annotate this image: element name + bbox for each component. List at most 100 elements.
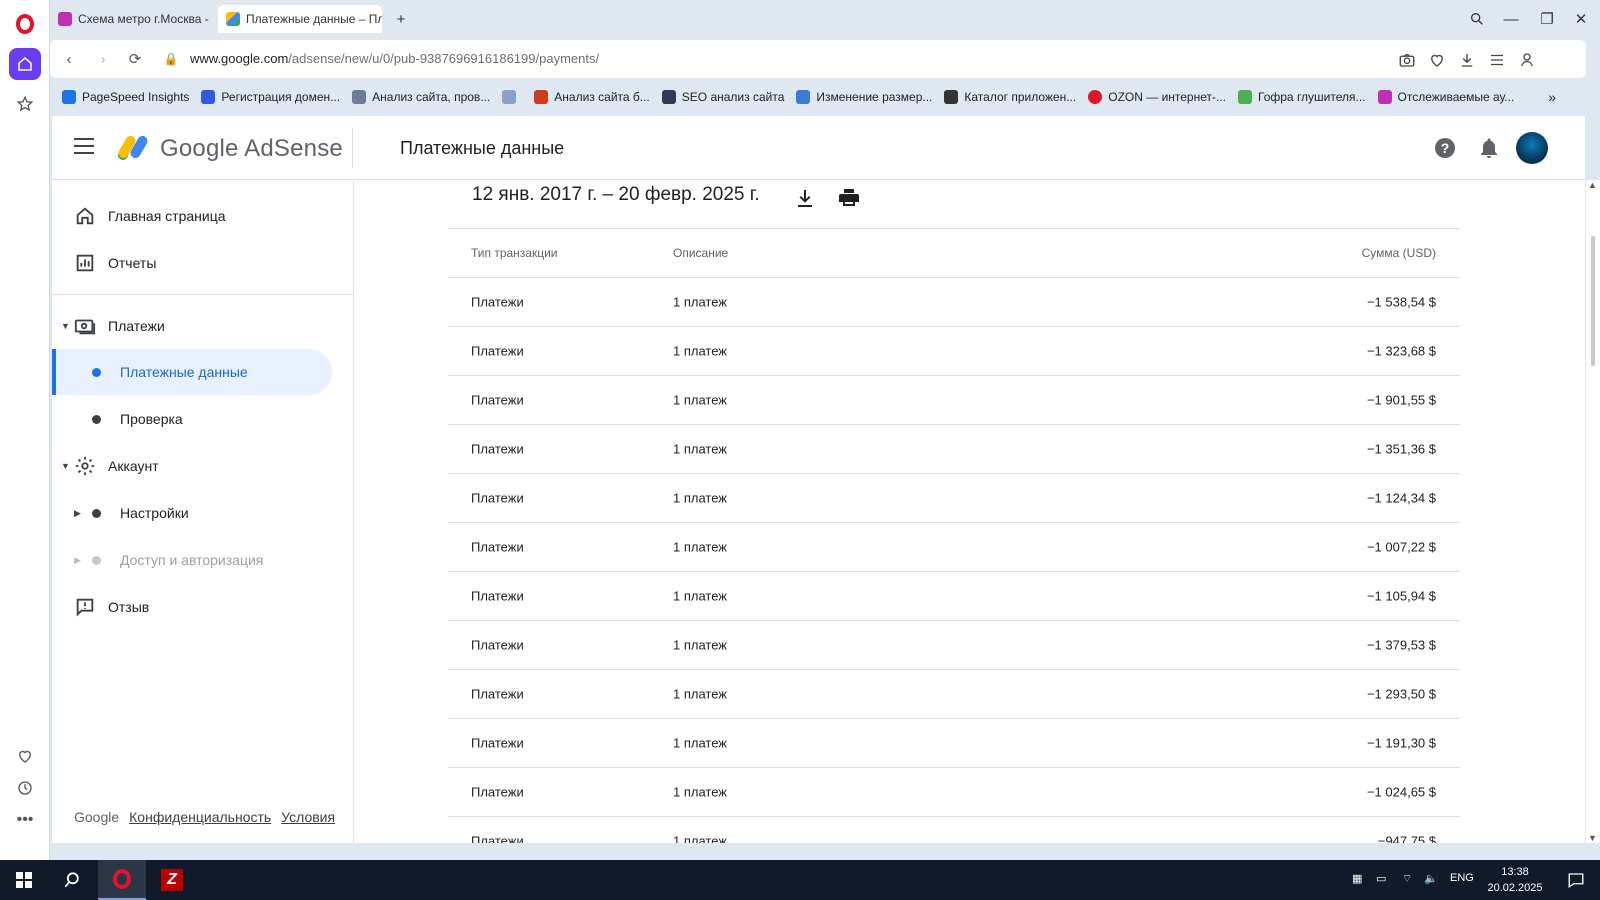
- svg-text:?: ?: [1441, 140, 1450, 156]
- home-icon: [76, 207, 94, 225]
- home-workspace-icon[interactable]: [9, 48, 41, 80]
- scrollbar-thumb[interactable]: [1591, 236, 1595, 366]
- address-bar: ‹ › ⟳ 🔒 www.google.com/adsense/new/u/0/p…: [50, 40, 1586, 78]
- bookmark-resize[interactable]: Изменение размер...: [796, 90, 932, 104]
- expand-caret-icon[interactable]: ▼: [61, 461, 70, 471]
- bookmark-site-analysis-b[interactable]: Анализ сайта б...: [534, 90, 650, 104]
- row-type: Платежи: [471, 539, 524, 555]
- table-row: Платежи 1 платеж −1 901,55 $: [448, 376, 1460, 425]
- account-avatar[interactable]: [1516, 132, 1548, 164]
- table-row: Платежи 1 платеж −1 379,53 $: [448, 621, 1460, 670]
- more-dots-icon[interactable]: •••: [9, 804, 41, 836]
- expand-caret-icon[interactable]: ▶: [74, 555, 81, 566]
- opera-taskbar-icon[interactable]: [98, 860, 146, 900]
- google-footer-label: Google: [74, 809, 120, 825]
- url-field[interactable]: www.google.com/adsense/new/u/0/pub-93876…: [190, 51, 599, 66]
- bookmark-muffler[interactable]: Гофра глушителя...: [1238, 90, 1366, 104]
- back-icon[interactable]: ‹: [52, 40, 86, 78]
- bookmark-label: Каталог приложен...: [964, 90, 1077, 104]
- sidebar-item-home[interactable]: Главная страница: [52, 193, 332, 239]
- bookmark-domain-registration[interactable]: Регистрация домен...: [201, 90, 340, 104]
- sidebar-item-feedback[interactable]: Отзыв: [52, 584, 332, 630]
- easy-setup-menu-icon[interactable]: [1488, 51, 1506, 69]
- sidebar-item-verification[interactable]: Проверка: [52, 396, 332, 442]
- forward-icon[interactable]: ›: [86, 40, 120, 78]
- download-icon[interactable]: [793, 186, 817, 210]
- expand-caret-icon[interactable]: ▶: [74, 508, 81, 519]
- windows-start-icon[interactable]: [0, 860, 48, 900]
- system-clock[interactable]: 13:38 20.02.2025: [1480, 864, 1550, 896]
- bookmark-seo-analysis[interactable]: SEO анализ сайта: [661, 90, 784, 104]
- sidebar-item-reports[interactable]: Отчеты: [52, 240, 332, 286]
- search-icon[interactable]: [48, 860, 96, 900]
- bullet-dot: [92, 367, 101, 377]
- tab-adsense[interactable]: Платежные данные – Пл: [218, 5, 382, 33]
- row-type: Платежи: [471, 392, 524, 408]
- adsense-page: Google AdSense Платежные данные ? Главна…: [52, 116, 1585, 843]
- expand-caret-icon[interactable]: ▼: [61, 321, 70, 331]
- bookmarks-bar: PageSpeed Insights Регистрация домен... …: [50, 82, 1600, 112]
- opera-menu-icon[interactable]: [9, 8, 41, 40]
- tab-search-icon[interactable]: [1460, 0, 1494, 38]
- sidebar-item-account[interactable]: ▼ Аккаунт: [52, 443, 332, 489]
- star-icon[interactable]: [9, 88, 41, 120]
- bookmark-tracked[interactable]: Отслеживаемые ау...: [1377, 90, 1514, 104]
- lock-icon[interactable]: 🔒: [154, 40, 188, 78]
- help-icon[interactable]: ?: [1433, 136, 1457, 160]
- bookmark-site-analysis[interactable]: Анализ сайта, пров...: [352, 90, 490, 104]
- row-description: 1 платеж: [673, 539, 727, 555]
- tab-metro[interactable]: Схема метро г.Москва -: [50, 5, 210, 33]
- camera-snapshot-icon[interactable]: [1398, 51, 1416, 69]
- sidebar-item-payments[interactable]: ▼ Платежи: [52, 303, 332, 349]
- history-clock-icon[interactable]: [9, 772, 41, 804]
- bookmark-pagespeed[interactable]: PageSpeed Insights: [62, 90, 189, 104]
- more-bookmarks-chevron-icon[interactable]: »: [1548, 89, 1556, 105]
- scroll-down-arrow-icon[interactable]: ▼: [1588, 833, 1597, 843]
- privacy-link[interactable]: Конфиденциальность: [129, 809, 271, 825]
- table-row: Платежи 1 платеж −1 323,68 $: [448, 327, 1460, 376]
- new-tab-plus-icon[interactable]: +: [384, 0, 418, 38]
- heart-icon[interactable]: [9, 740, 41, 772]
- table-row: Платежи 1 платеж −1 538,54 $: [448, 278, 1460, 327]
- download-icon[interactable]: [1458, 51, 1476, 69]
- network-wifi-icon[interactable]: ⌔: [1402, 872, 1412, 886]
- table-row: Платежи 1 платеж −1 007,22 $: [448, 523, 1460, 572]
- row-amount: −1 538,54 $: [1366, 294, 1436, 310]
- page-scrollbar[interactable]: ▲ ▼: [1586, 180, 1600, 843]
- row-description: 1 платеж: [673, 637, 727, 653]
- table-body: Платежи 1 платеж −1 538,54 $ Платежи 1 плате…: [448, 278, 1460, 843]
- bookmark-icon: [944, 90, 959, 104]
- minimize-icon[interactable]: —: [1494, 0, 1528, 38]
- volume-icon[interactable]: 🔈: [1424, 872, 1438, 885]
- sidebar-item-payment-info[interactable]: Платежные данные: [52, 349, 332, 395]
- table-row: Платежи 1 платеж −1 351,36 $: [448, 425, 1460, 474]
- print-icon[interactable]: [837, 186, 861, 210]
- row-description: 1 платеж: [673, 490, 727, 506]
- scroll-up-arrow-icon[interactable]: ▲: [1588, 180, 1597, 190]
- terms-link[interactable]: Условия: [281, 809, 335, 825]
- heart-bookmark-icon[interactable]: [1428, 51, 1446, 69]
- hamburger-menu-icon[interactable]: [74, 138, 94, 154]
- action-center-icon[interactable]: [1552, 860, 1600, 900]
- reload-icon[interactable]: ⟳: [118, 40, 152, 78]
- language-indicator[interactable]: ENG: [1450, 872, 1474, 884]
- row-description: 1 платеж: [673, 441, 727, 457]
- close-window-icon[interactable]: ✕: [1564, 0, 1598, 38]
- tab-bar: Схема метро г.Москва - Платежные данные …: [50, 0, 1600, 38]
- profile-icon[interactable]: [1518, 51, 1536, 69]
- url-path: /adsense/new/u/0/pub-9387696916186199/pa…: [288, 51, 600, 66]
- bookmark-label: Регистрация домен...: [221, 90, 341, 104]
- restore-icon[interactable]: ❐: [1530, 0, 1564, 38]
- filezilla-taskbar-icon[interactable]: Z: [148, 860, 196, 900]
- sidebar-item-settings[interactable]: ▶ Настройки: [52, 490, 332, 536]
- battery-icon[interactable]: ▭: [1376, 872, 1386, 885]
- bookmark-app-catalog[interactable]: Каталог приложен...: [944, 90, 1076, 104]
- bookmark-blank[interactable]: [502, 90, 522, 104]
- sidebar-item-access[interactable]: ▶ Доступ и авторизация: [52, 537, 332, 583]
- bookmark-label: Анализ сайта б...: [554, 90, 650, 104]
- row-description: 1 платеж: [673, 343, 727, 359]
- sidebar: Главная страница Отчеты ▼ Платежи Платеж…: [52, 181, 354, 843]
- us-flag-icon[interactable]: ▦: [1352, 872, 1362, 885]
- bookmark-ozon[interactable]: OZON — интернет-...: [1088, 90, 1226, 104]
- notifications-bell-icon[interactable]: [1477, 136, 1501, 160]
